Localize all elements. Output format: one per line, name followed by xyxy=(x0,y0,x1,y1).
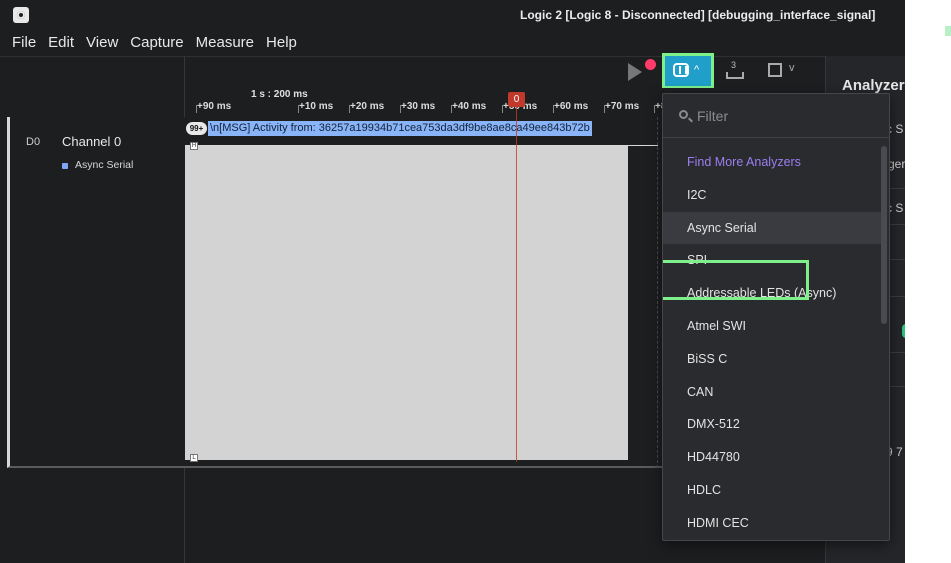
analyzer-option[interactable]: HDLC xyxy=(663,474,881,507)
filter-row xyxy=(663,94,889,138)
analyzer-option[interactable]: I2C xyxy=(663,179,881,212)
decoded-data-bubble[interactable]: \n[MSG] Activity from: 36257a19934b71cea… xyxy=(208,121,592,136)
capture-end-line xyxy=(657,117,658,468)
tick-label: +60 ms xyxy=(552,101,589,113)
background-area xyxy=(905,0,951,563)
analyzer-option[interactable]: CAN xyxy=(663,376,881,409)
analyzer-icon xyxy=(673,63,689,77)
timing-marker-flag[interactable]: 0 xyxy=(508,92,525,107)
analyzer-option[interactable]: HDMI CEC xyxy=(663,507,881,540)
menu-measure[interactable]: Measure xyxy=(190,30,260,56)
menu-bar: File Edit View Capture Measure Help xyxy=(0,30,905,56)
menu-edit[interactable]: Edit xyxy=(42,30,80,56)
start-capture-button[interactable] xyxy=(620,57,660,87)
analyzers-heading: Analyzers xyxy=(842,77,905,94)
analyzer-option-selected[interactable]: Async Serial xyxy=(663,211,881,245)
analyzer-option[interactable]: BiSS C xyxy=(663,343,881,376)
analyzer-color-icon xyxy=(62,163,68,169)
signal-waveform[interactable] xyxy=(185,146,628,460)
menu-file[interactable]: File xyxy=(6,30,42,56)
flag-icon xyxy=(768,63,782,77)
analyzer-option[interactable]: SPI xyxy=(663,244,881,277)
analyzer-option[interactable]: Atmel SWI xyxy=(663,310,881,343)
analyzer-option[interactable]: Addressable LEDs (Async) xyxy=(663,277,881,310)
channel-analyzer-label[interactable]: Async Serial xyxy=(75,159,133,171)
add-analyzer-button[interactable]: ^ xyxy=(662,53,714,89)
edge-low-marker: L xyxy=(190,454,198,462)
marker-button[interactable]: v xyxy=(762,60,802,82)
logic2-window: Logic 2 [Logic 8 - Disconnected] [debugg… xyxy=(0,0,905,563)
background-mark xyxy=(945,26,951,36)
filter-input[interactable] xyxy=(697,104,877,128)
timescale-label: 1 s : 200 ms xyxy=(251,89,308,100)
analyzer-option[interactable]: DMX-512 xyxy=(663,408,881,441)
logic-app-icon xyxy=(13,7,29,23)
record-indicator-icon xyxy=(645,59,656,70)
chevron-down-icon: v xyxy=(789,62,795,74)
tick-label: +30 ms xyxy=(399,101,436,113)
channel-id: D0 xyxy=(26,136,41,148)
menu-help[interactable]: Help xyxy=(260,30,303,56)
search-icon xyxy=(679,110,688,119)
edge-high-marker: H xyxy=(190,142,198,150)
timing-marker-line xyxy=(516,107,517,462)
menu-capture[interactable]: Capture xyxy=(124,30,189,56)
tick-label: +20 ms xyxy=(348,101,385,113)
analyzer-option[interactable]: HD44780 xyxy=(663,441,881,474)
tick-label: +70 ms xyxy=(603,101,640,113)
title-bar: Logic 2 [Logic 8 - Disconnected] [debugg… xyxy=(0,0,905,30)
channel-name[interactable]: Channel 0 xyxy=(62,134,121,149)
add-measurement-button[interactable]: 3 xyxy=(722,60,748,82)
analyzer-list: Find More Analyzers I2C Async Serial SPI… xyxy=(663,146,881,540)
window-title: Logic 2 [Logic 8 - Disconnected] [debugg… xyxy=(520,8,876,22)
tick-label: +10 ms xyxy=(297,101,334,113)
analyzer-dropdown: Find More Analyzers I2C Async Serial SPI… xyxy=(662,93,890,541)
panel-text-fragment: ger xyxy=(888,157,905,171)
menu-view[interactable]: View xyxy=(80,30,124,56)
tick-label: +40 ms xyxy=(450,101,487,113)
measure-icon xyxy=(726,72,744,79)
dropdown-scrollbar[interactable] xyxy=(881,146,887,324)
data-count-badge[interactable]: 99+ xyxy=(186,122,207,135)
play-icon xyxy=(628,63,642,81)
find-more-analyzers-link[interactable]: Find More Analyzers xyxy=(663,146,881,179)
tick-label: +90 ms xyxy=(195,101,232,113)
measurement-count-badge: 3 xyxy=(731,60,737,70)
chevron-up-icon: ^ xyxy=(694,64,700,76)
